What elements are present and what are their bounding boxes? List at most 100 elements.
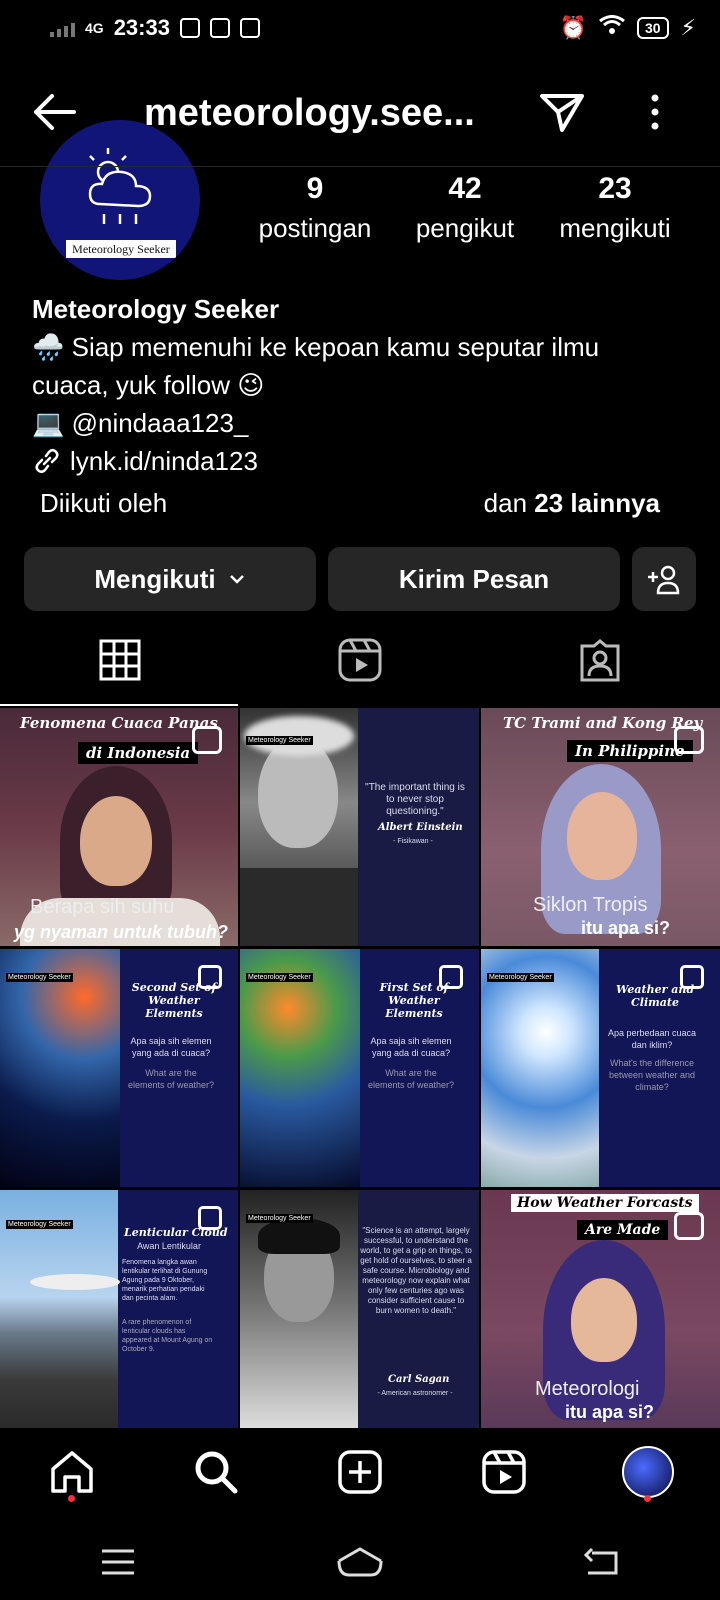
post-text: Fenomena langka awan lentikular terlihat… [122, 1259, 208, 1302]
post-author: Carl Sagan [388, 1374, 450, 1385]
stat-followers[interactable]: 42 pengikut [390, 170, 540, 248]
post-author: Albert Einstein [378, 822, 463, 833]
post-subtitle: itu apa si? [581, 918, 671, 938]
profile-avatar[interactable]: Meteorology Seeker [40, 120, 200, 280]
brand-label: Meteorology Seeker [246, 736, 313, 745]
post-thumbnail[interactable]: Meteorology Seeker Second Set of Weather… [0, 949, 238, 1187]
brand-label: Meteorology Seeker [487, 973, 554, 982]
post-title: Weather and Climate [615, 983, 695, 1009]
post-thumbnail[interactable]: Meteorology Seeker Lenticular Cloud Awan… [0, 1190, 238, 1428]
post-caption: di Indonesia [78, 742, 199, 764]
battery-indicator: 30 [636, 17, 669, 39]
post-caption: Fenomena Cuaca Panas [20, 714, 218, 732]
wifi-icon [599, 15, 625, 41]
post-subtitle: itu apa si? [565, 1402, 655, 1422]
followed-by-label: Diikuti oleh [40, 488, 168, 518]
bio-mention[interactable]: 💻 @nindaaa123_ [32, 404, 692, 442]
signal-icon [50, 19, 75, 37]
post-thumbnail[interactable]: First Set of Weather Elements Apa saja s… [240, 949, 479, 1187]
add-user-icon [648, 565, 680, 595]
post-thumbnail[interactable]: How Weather Forcasts Are Made Meteorolog… [481, 1190, 720, 1428]
bio-link-row[interactable]: lynk.id/ninda123 [32, 442, 692, 480]
paper-plane-icon[interactable] [538, 90, 586, 134]
following-button[interactable]: Mengikuti [24, 547, 316, 611]
post-text: Apa perbedaan cuaca dan iklim? [607, 1028, 697, 1050]
post-thumbnail[interactable]: Meteorology Seeker "The important thing … [240, 708, 479, 946]
alarm-icon: ⏰ [559, 15, 587, 40]
post-subtitle: yg nyaman untuk tubuh? [14, 922, 228, 942]
post-text: What's the difference between weather an… [608, 1058, 696, 1092]
message-button[interactable]: Kirim Pesan [328, 547, 620, 611]
chevron-down-icon [229, 575, 244, 584]
post-caption: Are Made [577, 1220, 669, 1240]
nav-home[interactable] [42, 1442, 102, 1502]
avatar-label: Meteorology Seeker [66, 240, 176, 258]
reel-icon [192, 726, 222, 754]
nav-reels[interactable] [474, 1442, 534, 1502]
post-quote: "Science is an attempt, largely successf… [360, 1226, 472, 1315]
bio-link[interactable]: lynk.id/ninda123 [70, 442, 258, 480]
stat-number: 23 [598, 172, 632, 205]
post-caption: How Weather Forcasts [511, 1194, 699, 1212]
post-text: What are the elements of weather? [367, 1068, 455, 1090]
brand-label: Meteorology Seeker [246, 973, 313, 982]
profile-avatar-small [622, 1446, 674, 1498]
brand-label: Meteorology Seeker [246, 1214, 313, 1223]
stat-following[interactable]: 23 mengikuti [540, 170, 690, 248]
brand-label: Meteorology Seeker [6, 973, 73, 982]
header-divider [0, 166, 720, 167]
mic-notification-icon [239, 18, 260, 38]
bottom-navigation [0, 1428, 720, 1516]
stat-label: mengikuti [559, 213, 671, 243]
nav-create[interactable] [330, 1442, 390, 1502]
tab-tagged[interactable] [480, 630, 720, 690]
add-user-button[interactable] [632, 547, 696, 611]
profile-name: Meteorology Seeker [32, 294, 280, 324]
tab-grid[interactable] [0, 630, 240, 690]
post-text: Apa saja sih elemen yang ada di cuaca? [370, 1036, 452, 1058]
message-label: Kirim Pesan [398, 563, 550, 594]
charging-icon: ⚡ [680, 15, 696, 40]
post-thumbnail[interactable]: TC Trami and Kong Rey In Philippine Sikl… [481, 708, 720, 946]
home-icon [51, 1451, 93, 1493]
system-navigation [0, 1528, 720, 1600]
nav-profile[interactable] [618, 1442, 678, 1502]
post-author-role: - Fisikawan - [393, 838, 433, 845]
posts-grid: Fenomena Cuaca Panas di Indonesia Berapa… [0, 708, 720, 1428]
back-button-icon[interactable] [582, 1547, 622, 1582]
home-button-icon[interactable] [335, 1545, 385, 1584]
post-text: Apa saja sih elemen yang ada di cuaca? [130, 1036, 212, 1058]
more-vertical-icon[interactable] [640, 90, 670, 134]
grid-icon [99, 639, 141, 681]
post-quote: "The important thing is to never stop qu… [365, 782, 465, 817]
bio-line: 🌧️ Siap memenuhi ke kepoan kamu seputar … [32, 332, 600, 362]
post-subtitle: Siklon Tropis [533, 894, 648, 916]
followed-by[interactable]: Diikuti oleh dan 23 lainnya [40, 488, 660, 519]
followed-by-others: dan 23 lainnya [483, 488, 660, 518]
post-thumbnail[interactable]: Meteorology Seeker Weather and Climate A… [481, 949, 720, 1187]
post-subtitle: Awan Lentikular [137, 1241, 201, 1251]
network-type: 4G [85, 20, 104, 36]
post-thumbnail[interactable]: Fenomena Cuaca Panas di Indonesia Berapa… [0, 708, 238, 946]
post-thumbnail[interactable]: Meteorology Seeker "Science is an attemp… [240, 1190, 479, 1428]
tagged-person-icon [580, 639, 620, 682]
stat-label: pengikut [415, 213, 515, 243]
stat-posts[interactable]: 9 postingan [240, 170, 390, 248]
profile-bio: Meteorology Seeker 🌧️ Siap memenuhi ke k… [32, 290, 692, 480]
post-author-role: - American astronomer - [377, 1390, 453, 1397]
nav-search[interactable] [186, 1442, 246, 1502]
tab-reels[interactable] [240, 630, 480, 690]
menu-icon[interactable] [98, 1547, 138, 1582]
post-text: What are the elements of weather? [127, 1068, 215, 1090]
stat-label: postingan [258, 213, 372, 243]
notification-dot [68, 1495, 75, 1502]
stat-number: 9 [306, 172, 324, 205]
following-label: Mengikuti [94, 563, 216, 594]
clock: 23:33 [113, 15, 170, 40]
brand-label: Meteorology Seeker [6, 1220, 73, 1229]
post-title: Second Set of Weather Elements [131, 981, 217, 1020]
reel-icon [674, 1212, 704, 1240]
notification-dot [644, 1495, 651, 1502]
post-text: A rare phenomenon of lenticular clouds h… [122, 1319, 213, 1353]
reel-icon [674, 726, 704, 754]
